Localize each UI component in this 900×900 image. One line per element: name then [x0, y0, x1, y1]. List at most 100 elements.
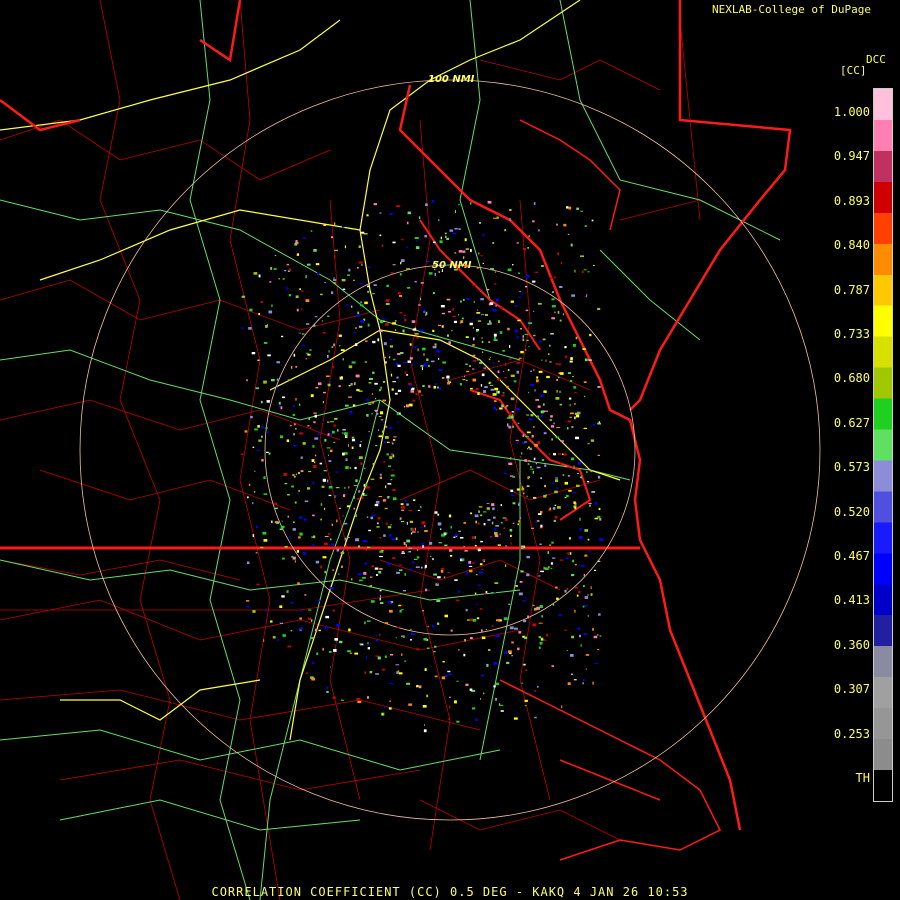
echo-pixel [475, 388, 479, 390]
echo-pixel [312, 514, 315, 517]
echo-pixel [330, 236, 334, 239]
echo-pixel [293, 433, 295, 436]
echo-pixel [286, 439, 290, 443]
echo-pixel [344, 245, 346, 249]
colorbar-tick: 0.520 [833, 504, 870, 519]
colorbar-tick: 0.467 [833, 549, 870, 563]
echo-pixel [527, 247, 529, 249]
echo-pixel [406, 521, 408, 525]
echo-pixel [472, 284, 477, 286]
echo-pixel [428, 385, 431, 388]
echo-pixel [274, 254, 277, 257]
echo-pixel [348, 396, 352, 398]
echo-pixel [559, 403, 563, 406]
echo-pixel [314, 437, 319, 440]
echo-pixel [293, 353, 296, 357]
echo-pixel [482, 559, 486, 561]
echo-pixel [454, 252, 457, 254]
echo-pixel [499, 331, 503, 334]
echo-pixel [392, 322, 396, 325]
echo-pixel [384, 706, 386, 709]
echo-pixel [406, 503, 409, 506]
echo-pixel [438, 369, 443, 371]
echo-pixel [578, 590, 581, 594]
echo-pixel [389, 356, 391, 359]
echo-pixel [517, 523, 519, 526]
echo-pixel [506, 404, 509, 407]
echo-pixel [495, 697, 497, 701]
echo-pixel [328, 460, 332, 462]
echo-pixel [572, 491, 576, 494]
echo-pixel [303, 552, 307, 555]
echo-pixel [295, 365, 298, 368]
echo-pixel [330, 538, 332, 541]
echo-pixel [409, 343, 412, 346]
echo-pixel [411, 528, 415, 531]
echo-pixel [468, 565, 473, 567]
echo-pixel [263, 539, 268, 542]
echo-pixel [356, 314, 360, 317]
echo-pixel [588, 502, 592, 504]
echo-pixel [473, 301, 475, 303]
echo-pixel [576, 207, 580, 210]
echo-pixel [401, 506, 405, 509]
echo-pixel [392, 489, 396, 491]
echo-pixel [437, 386, 439, 389]
echo-pixel [279, 605, 283, 608]
echo-pixel [485, 314, 488, 316]
echo-pixel [345, 458, 348, 461]
echo-pixel [510, 415, 514, 419]
echo-pixel [424, 564, 427, 568]
echo-pixel [366, 414, 369, 417]
echo-pixel [357, 545, 361, 548]
echo-pixel [437, 576, 441, 579]
echo-pixel [539, 543, 542, 545]
echo-pixel [481, 314, 485, 316]
echo-pixel [402, 636, 405, 638]
echo-pixel [511, 413, 514, 417]
echo-pixel [383, 441, 387, 444]
echo-pixel [410, 628, 412, 630]
echo-pixel [499, 533, 501, 535]
echo-pixel [370, 600, 375, 603]
echo-pixel [508, 358, 512, 360]
echo-pixel [497, 378, 501, 381]
echo-pixel [465, 683, 469, 686]
echo-pixel [525, 349, 527, 351]
echo-pixel [518, 520, 520, 523]
echo-pixel [567, 233, 570, 235]
echo-pixel [570, 243, 573, 247]
echo-pixel [350, 382, 353, 386]
echo-pixel [399, 273, 402, 276]
echo-pixel [333, 282, 336, 284]
echo-pixel [295, 295, 299, 299]
echo-pixel [452, 307, 454, 311]
echo-pixel [403, 314, 407, 316]
echo-pixel [390, 479, 393, 481]
echo-pixel [437, 513, 440, 516]
echo-pixel [509, 652, 512, 655]
echo-pixel [583, 269, 587, 271]
echo-pixel [369, 377, 373, 380]
echo-pixel [418, 216, 421, 219]
echo-pixel [362, 576, 366, 579]
echo-pixel [340, 349, 345, 351]
echo-pixel [541, 638, 543, 641]
echo-pixel [491, 521, 494, 525]
echo-pixel [510, 457, 512, 460]
echo-pixel [326, 479, 329, 483]
echo-pixel [495, 525, 500, 527]
echo-pixel [363, 494, 368, 496]
echo-pixel [526, 414, 530, 416]
echo-pixel [328, 533, 331, 535]
echo-pixel [510, 374, 515, 377]
credit-label: NEXLAB-College of DuPage [712, 3, 871, 16]
echo-pixel [572, 344, 576, 347]
echo-pixel [480, 540, 483, 543]
echo-pixel [413, 346, 417, 348]
echo-pixel [302, 344, 305, 347]
echo-pixel [508, 603, 511, 606]
echo-pixel [492, 507, 495, 511]
echo-pixel [382, 499, 387, 502]
echo-pixel [528, 235, 530, 238]
